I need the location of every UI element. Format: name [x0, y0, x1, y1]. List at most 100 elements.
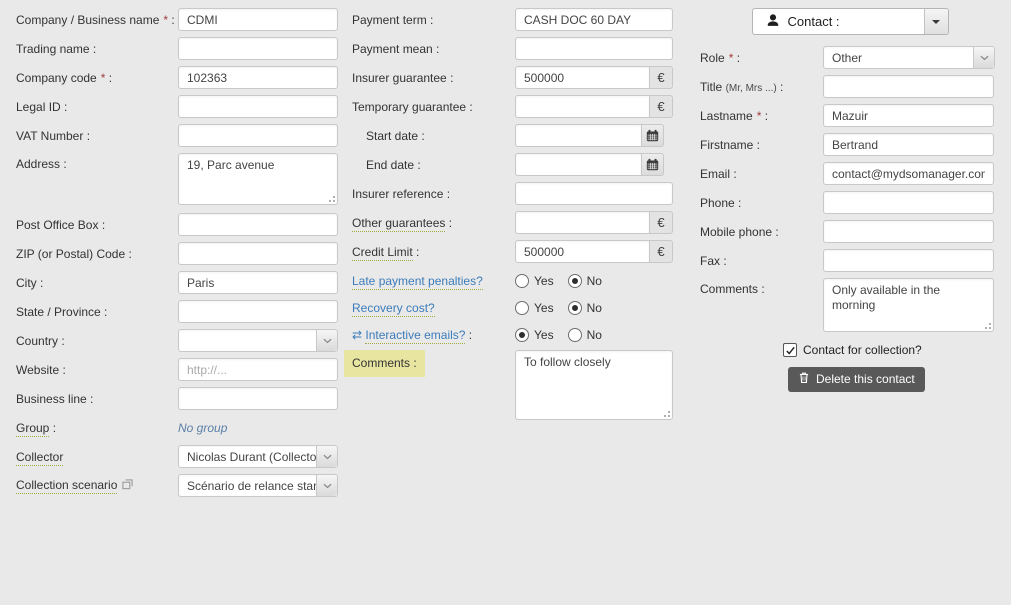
mobile-phone-input[interactable]	[823, 220, 994, 243]
contact-comments-row: Comments : Only available in the morning	[700, 278, 1000, 332]
role-select[interactable]: Other	[823, 46, 995, 69]
fax-label: Fax :	[700, 254, 823, 268]
country-select[interactable]	[178, 329, 338, 352]
late-payment-penalties-yes-radio[interactable]	[515, 274, 529, 288]
company-name-input[interactable]	[178, 8, 338, 31]
end-date-row: End date :	[352, 153, 687, 176]
legal-id-row: Legal ID :	[16, 95, 346, 118]
payment-term-label: Payment term :	[352, 13, 515, 27]
calendar-icon[interactable]	[641, 153, 664, 176]
chevron-down-icon	[316, 330, 337, 351]
payment-mean-input[interactable]	[515, 37, 673, 60]
lastname-label: Lastname* :	[700, 109, 823, 123]
collection-scenario-row: Collection scenario Scénario de relance …	[16, 474, 346, 497]
finance-comments-textarea[interactable]: To follow closely	[515, 350, 673, 420]
firstname-input[interactable]	[823, 133, 994, 156]
zip-code-input[interactable]	[178, 242, 338, 265]
address-label: Address :	[16, 153, 178, 171]
radio-label-no: No	[587, 301, 602, 315]
collection-scenario-select[interactable]: Scénario de relance standa	[178, 474, 338, 497]
contact-comments-textarea[interactable]: Only available in the morning	[823, 278, 994, 332]
phone-input[interactable]	[823, 191, 994, 214]
credit-limit-row: Credit Limit : €	[352, 240, 687, 263]
firstname-label: Firstname :	[700, 138, 823, 152]
interactive-emails-no-radio[interactable]	[568, 328, 582, 342]
resize-grip-icon	[333, 200, 335, 202]
interactive-emails-link[interactable]: ⇄ Interactive emails? :	[352, 328, 515, 342]
contact-for-collection-checkbox[interactable]	[783, 343, 797, 357]
insurer-guarantee-input[interactable]	[515, 66, 649, 89]
chevron-down-icon	[316, 446, 337, 467]
state-province-input[interactable]	[178, 300, 338, 323]
vat-number-label: VAT Number :	[16, 129, 178, 143]
group-label: Group :	[16, 421, 178, 435]
payment-mean-label: Payment mean :	[352, 42, 515, 56]
city-input[interactable]	[178, 271, 338, 294]
po-box-input[interactable]	[178, 213, 338, 236]
resize-grip-icon	[668, 415, 670, 417]
trading-name-label: Trading name :	[16, 42, 178, 56]
contact-menu-button[interactable]	[924, 9, 948, 34]
recovery-cost-link[interactable]: Recovery cost?	[352, 301, 515, 315]
recovery-cost-no-radio[interactable]	[568, 301, 582, 315]
payment-mean-row: Payment mean :	[352, 37, 687, 60]
city-row: City :	[16, 271, 346, 294]
credit-limit-input[interactable]	[515, 240, 649, 263]
title-row: Title (Mr, Mrs ...) :	[700, 75, 1000, 98]
start-date-row: Start date :	[352, 124, 687, 147]
finance-column: Payment term : Payment mean : Insurer gu…	[352, 0, 687, 426]
phone-label: Phone :	[700, 196, 823, 210]
payment-term-input[interactable]	[515, 8, 673, 31]
late-payment-penalties-no-radio[interactable]	[568, 274, 582, 288]
interactive-emails-yes-radio[interactable]	[515, 328, 529, 342]
late-payment-penalties-link[interactable]: Late payment penalties?	[352, 274, 515, 288]
radio-label-yes: Yes	[534, 301, 554, 315]
temporary-guarantee-input[interactable]	[515, 95, 649, 118]
collector-select[interactable]: Nicolas Durant (Collector)	[178, 445, 338, 468]
role-label: Role* :	[700, 51, 823, 65]
delete-contact-row: Delete this contact	[788, 367, 1000, 392]
title-input[interactable]	[823, 75, 994, 98]
contact-split-button: Contact :	[752, 8, 949, 35]
euro-addon: €	[649, 66, 673, 89]
email-input[interactable]	[823, 162, 994, 185]
company-name-row: Company / Business name* :	[16, 8, 346, 31]
state-province-label: State / Province :	[16, 305, 178, 319]
finance-comments-row: Comments : To follow closely	[352, 350, 687, 420]
email-label: Email :	[700, 167, 823, 181]
address-textarea[interactable]: 19, Parc avenue	[178, 153, 338, 205]
contact-for-collection-label: Contact for collection?	[803, 343, 922, 357]
insurer-reference-input[interactable]	[515, 182, 673, 205]
group-row: Group : No group	[16, 416, 346, 439]
city-label: City :	[16, 276, 178, 290]
payment-term-row: Payment term :	[352, 8, 687, 31]
po-box-label: Post Office Box :	[16, 218, 178, 232]
recovery-cost-yes-radio[interactable]	[515, 301, 529, 315]
title-label: Title (Mr, Mrs ...) :	[700, 80, 823, 94]
fax-input[interactable]	[823, 249, 994, 272]
end-date-input[interactable]	[515, 153, 641, 176]
trading-name-input[interactable]	[178, 37, 338, 60]
business-line-input[interactable]	[178, 387, 338, 410]
state-province-row: State / Province :	[16, 300, 346, 323]
country-row: Country :	[16, 329, 346, 352]
popup-window-icon[interactable]	[122, 479, 133, 493]
calendar-icon[interactable]	[641, 124, 664, 147]
legal-id-input[interactable]	[178, 95, 338, 118]
collector-row: Collector Nicolas Durant (Collector)	[16, 445, 346, 468]
start-date-input[interactable]	[515, 124, 641, 147]
contact-button[interactable]: Contact :	[753, 9, 924, 34]
website-input[interactable]	[178, 358, 338, 381]
resize-grip-icon	[989, 327, 991, 329]
company-code-input[interactable]	[178, 66, 338, 89]
recovery-cost-row: Recovery cost? Yes No	[352, 296, 687, 319]
vat-number-input[interactable]	[178, 124, 338, 147]
mobile-phone-row: Mobile phone :	[700, 220, 1000, 243]
website-row: Website :	[16, 358, 346, 381]
business-line-row: Business line :	[16, 387, 346, 410]
credit-limit-label: Credit Limit :	[352, 245, 515, 259]
lastname-input[interactable]	[823, 104, 994, 127]
other-guarantees-input[interactable]	[515, 211, 649, 234]
delete-contact-button[interactable]: Delete this contact	[788, 367, 925, 392]
legal-id-label: Legal ID :	[16, 100, 178, 114]
